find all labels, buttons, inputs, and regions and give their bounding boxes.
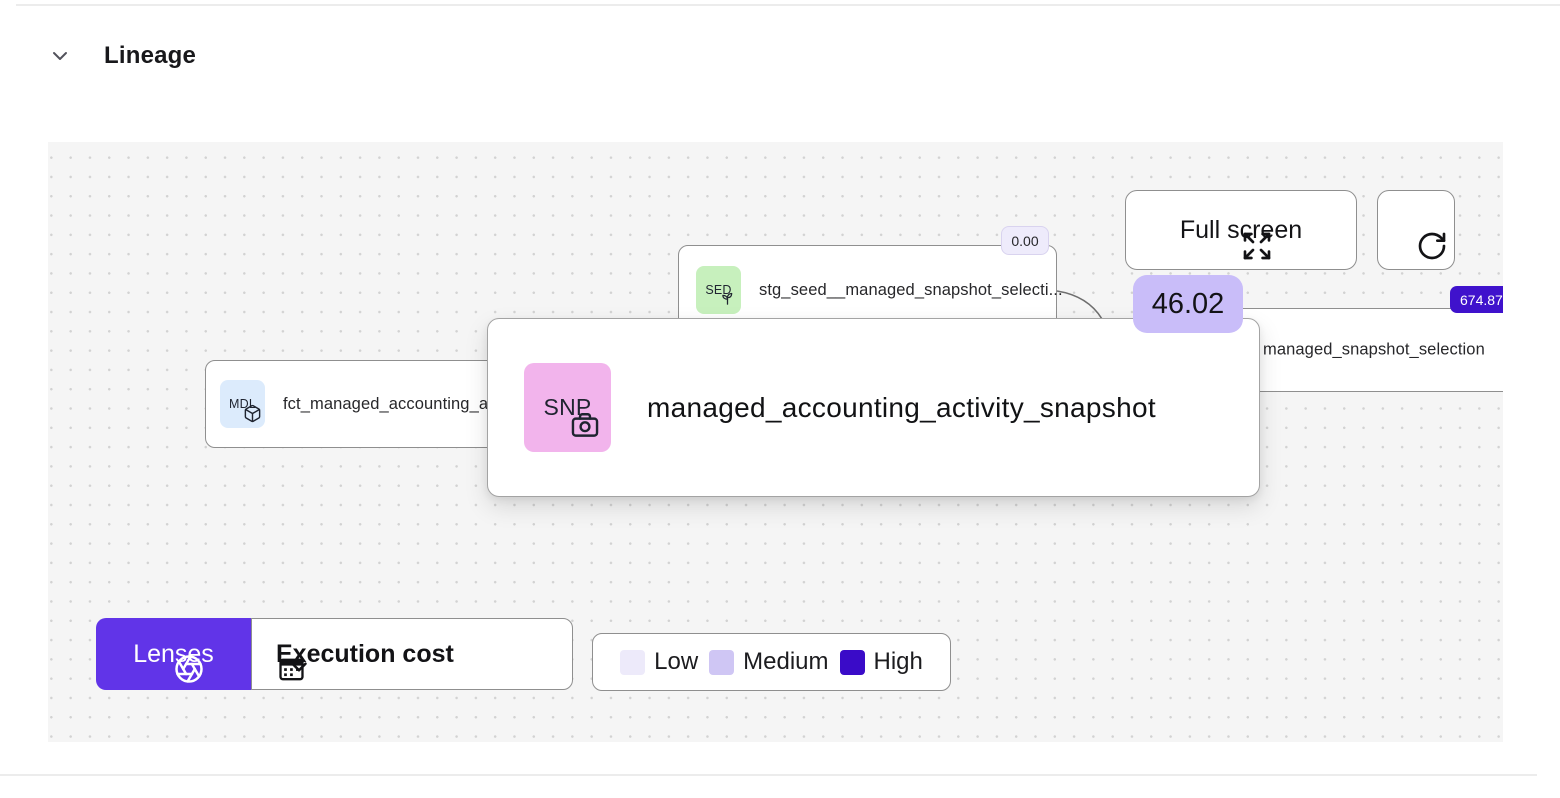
lenses-label: Lenses [133, 639, 214, 668]
top-divider [16, 4, 1560, 6]
node-type-label: MDL [229, 397, 256, 411]
node-type-label: SNP [543, 394, 592, 420]
legend-item-medium: Medium [709, 648, 829, 676]
bottom-divider [0, 774, 1537, 776]
legend-swatch-low [620, 649, 646, 675]
model-type-badge: MDL [220, 380, 265, 428]
collapse-section-button[interactable] [46, 42, 74, 70]
node-card-managed-accounting-activity-snapshot[interactable]: SNP managed_accounting_activity_snapshot [487, 318, 1260, 497]
legend-label-high: High [873, 648, 923, 675]
cost-chip-medium: 46.02 [1133, 275, 1243, 333]
full-screen-label: Full screen [1179, 215, 1303, 244]
legend-item-high: High [839, 648, 923, 676]
node-type-label: SED [705, 283, 732, 297]
lineage-canvas[interactable]: MDL fct_managed_accounting_act SED stg_s… [48, 142, 1503, 742]
cost-chip-low: 0.00 [1001, 226, 1049, 255]
refresh-button[interactable] [1377, 190, 1455, 270]
legend-item-low: Low [620, 648, 698, 676]
page-title: Lineage [104, 42, 197, 69]
snapshot-type-badge: SNP [524, 363, 611, 452]
lineage-section-header: Lineage [46, 42, 196, 70]
cost-legend: Low Medium High [592, 633, 951, 691]
legend-swatch-medium [709, 649, 735, 675]
full-screen-button[interactable]: Full screen [1125, 190, 1357, 270]
node-label: stg_seed__managed_snapshot_selecti... [759, 280, 1063, 299]
node-card-label: managed_accounting_activity_snapshot [647, 391, 1156, 423]
chevron-down-icon [48, 44, 72, 68]
node-label: fct_managed_accounting_act [283, 394, 502, 413]
seed-type-badge: SED [696, 266, 741, 314]
lens-select-dropdown[interactable]: Execution cost [251, 618, 573, 690]
node-label: managed_snapshot_selection [1263, 340, 1485, 359]
legend-swatch-high [839, 649, 865, 675]
cost-chip-high: 674.87 [1450, 286, 1503, 313]
legend-label-low: Low [654, 648, 699, 675]
legend-label-medium: Medium [743, 648, 829, 675]
lenses-button[interactable]: Lenses [96, 618, 251, 690]
